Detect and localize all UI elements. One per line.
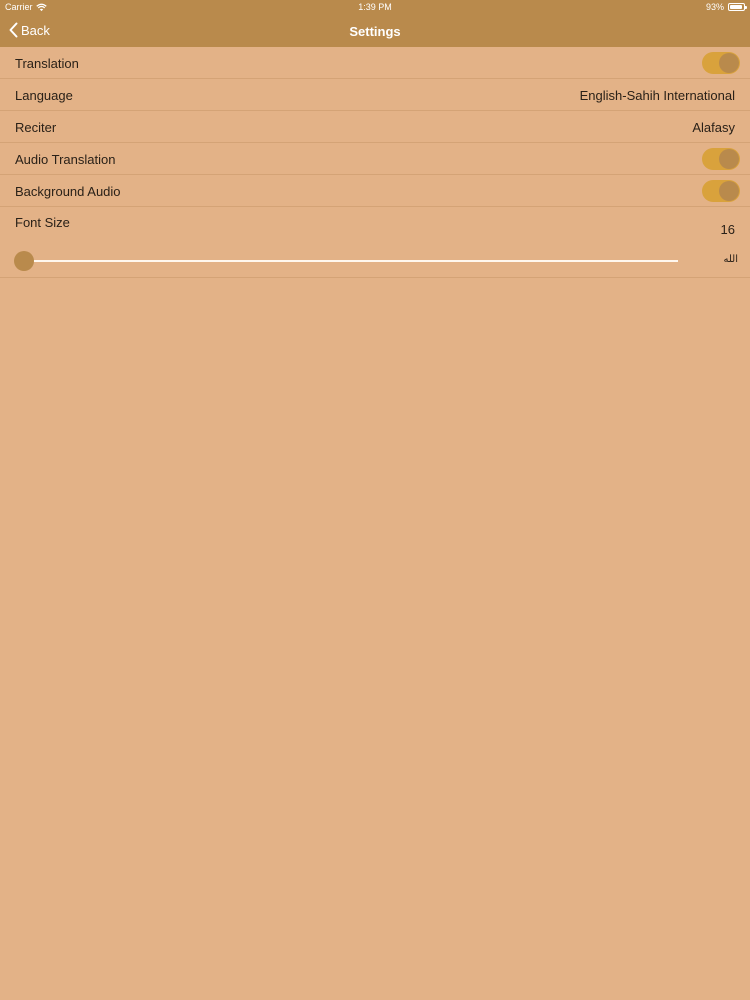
toggle-knob bbox=[719, 181, 739, 201]
setting-row-language[interactable]: Language English-Sahih International bbox=[0, 79, 750, 111]
font-size-slider-track[interactable] bbox=[24, 260, 678, 262]
font-size-label: Font Size bbox=[15, 215, 70, 230]
background-audio-toggle[interactable] bbox=[702, 180, 740, 202]
back-label: Back bbox=[21, 22, 50, 38]
setting-row-reciter[interactable]: Reciter Alafasy bbox=[0, 111, 750, 143]
chevron-left-icon bbox=[9, 22, 18, 38]
back-button[interactable]: Back bbox=[9, 22, 50, 38]
font-size-value: 16 bbox=[720, 222, 735, 237]
toggle-knob bbox=[719, 53, 739, 73]
translation-toggle[interactable] bbox=[702, 52, 740, 74]
audio-translation-toggle[interactable] bbox=[702, 148, 740, 170]
battery-icon bbox=[728, 3, 747, 11]
language-label: Language bbox=[15, 88, 73, 103]
page-title: Settings bbox=[349, 24, 401, 39]
reciter-value: Alafasy bbox=[692, 120, 735, 135]
setting-row-font-size: Font Size 16 الله bbox=[0, 207, 750, 278]
settings-list: Translation Language English-Sahih Inter… bbox=[0, 47, 750, 278]
status-time: 1:39 PM bbox=[358, 2, 392, 12]
navigation-bar: Back Settings bbox=[0, 15, 750, 47]
setting-row-translation: Translation bbox=[0, 47, 750, 79]
language-value: English-Sahih International bbox=[579, 88, 735, 103]
status-bar: Carrier 1:39 PM 93% bbox=[0, 0, 750, 15]
background-audio-label: Background Audio bbox=[15, 184, 121, 199]
battery-fill bbox=[730, 5, 742, 9]
font-size-preview: الله bbox=[723, 254, 739, 265]
translation-label: Translation bbox=[15, 56, 79, 71]
font-size-slider-thumb[interactable] bbox=[14, 251, 34, 271]
battery-percent: 93% bbox=[705, 2, 724, 12]
setting-row-audio-translation: Audio Translation bbox=[0, 143, 750, 175]
status-right: 93% bbox=[705, 2, 747, 12]
setting-row-background-audio: Background Audio bbox=[0, 175, 750, 207]
audio-translation-label: Audio Translation bbox=[15, 152, 116, 167]
toggle-knob bbox=[719, 149, 739, 169]
reciter-label: Reciter bbox=[15, 120, 57, 135]
